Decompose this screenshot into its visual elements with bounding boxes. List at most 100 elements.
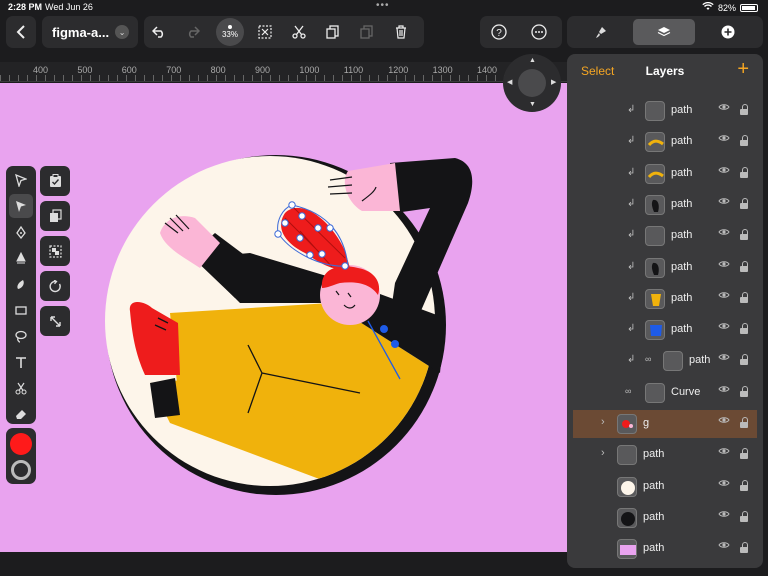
layer-row[interactable]: path <box>573 535 757 563</box>
duplicate-button[interactable] <box>40 201 70 231</box>
more-button[interactable] <box>526 19 552 45</box>
cut-button[interactable] <box>286 19 312 45</box>
nudge-left-icon[interactable]: ◀ <box>507 78 512 86</box>
unlock-icon[interactable] <box>739 385 749 398</box>
layer-row[interactable]: ↲ path <box>573 160 757 188</box>
layer-row[interactable]: path <box>573 473 757 501</box>
eraser-tool[interactable] <box>9 402 33 426</box>
eye-icon[interactable] <box>718 291 730 302</box>
trash-icon <box>396 25 406 39</box>
zoom-control[interactable]: 33% <box>216 18 244 46</box>
tab-add[interactable] <box>697 19 759 45</box>
select-button[interactable]: Select <box>581 64 614 78</box>
unlock-icon[interactable] <box>739 291 749 304</box>
unlock-icon[interactable] <box>739 104 749 116</box>
eye-icon[interactable] <box>718 479 730 490</box>
zoom-value: 33% <box>221 30 238 39</box>
document-title[interactable]: figma-a... <box>42 25 109 40</box>
paste-button[interactable] <box>354 19 380 45</box>
scissors-tool[interactable] <box>9 376 33 400</box>
document-menu[interactable]: figma-a... ⌄ <box>42 16 138 48</box>
brush-tool[interactable] <box>9 272 33 296</box>
eye-icon[interactable] <box>718 166 730 177</box>
layer-thumbnail <box>645 382 665 403</box>
layer-row[interactable]: path <box>573 504 757 532</box>
pencil-tool[interactable] <box>9 246 33 270</box>
direct-select-tool[interactable] <box>9 194 33 218</box>
select-tool[interactable] <box>9 168 33 192</box>
eye-icon[interactable] <box>718 510 730 521</box>
stroke-color-swatch[interactable] <box>11 460 31 480</box>
unlock-icon[interactable] <box>739 354 749 366</box>
unlock-icon[interactable] <box>739 323 749 335</box>
scale-button[interactable] <box>40 306 70 336</box>
eye-icon[interactable] <box>718 353 730 364</box>
artwork[interactable] <box>0 83 568 552</box>
canvas[interactable] <box>0 83 568 552</box>
rectangle-tool[interactable] <box>9 298 33 322</box>
eye-icon[interactable] <box>718 385 730 396</box>
eye-icon[interactable] <box>718 447 730 458</box>
chevron-right-icon[interactable]: › <box>601 416 605 428</box>
lasso-tool[interactable] <box>9 324 33 348</box>
eye-icon[interactable] <box>718 416 730 427</box>
undo-button[interactable] <box>146 19 172 45</box>
layer-row[interactable]: ↲ path <box>573 316 757 344</box>
layer-row[interactable]: ∞ Curve <box>573 379 757 407</box>
unlock-icon[interactable] <box>739 542 749 554</box>
layer-row[interactable]: › g <box>573 410 757 438</box>
delete-button[interactable] <box>388 19 414 45</box>
eye-icon[interactable] <box>718 228 730 239</box>
joystick-knob[interactable] <box>518 69 546 97</box>
nudge-up-icon[interactable]: ▲ <box>529 57 536 64</box>
nudge-right-icon[interactable]: ▶ <box>551 78 556 86</box>
pen-tool[interactable] <box>9 220 33 244</box>
eye-icon[interactable] <box>718 260 730 271</box>
unlock-icon[interactable] <box>739 260 749 273</box>
layer-row[interactable]: ↲ path <box>573 285 757 313</box>
layer-row[interactable]: ↲ path <box>573 222 757 250</box>
scissors-icon <box>292 25 306 39</box>
rotate-button[interactable] <box>40 271 70 301</box>
clip-arrow-icon: ↲ <box>627 323 636 335</box>
unlock-icon[interactable] <box>739 448 749 460</box>
ruler-label: 1300 <box>432 65 453 75</box>
chevron-down-icon[interactable]: ⌄ <box>115 25 130 39</box>
multitask-dots-icon[interactable]: ••• <box>376 0 390 11</box>
select-all-button[interactable] <box>252 19 278 45</box>
redo-button[interactable] <box>180 19 206 45</box>
eye-icon[interactable] <box>718 541 730 552</box>
nudge-down-icon[interactable]: ▼ <box>529 101 536 108</box>
unlock-icon[interactable] <box>739 166 749 179</box>
status-time: 2:28 PM <box>8 2 43 12</box>
layer-row[interactable]: ↲ ∞ path <box>573 347 757 375</box>
unlock-icon[interactable] <box>739 479 749 492</box>
nudge-joystick[interactable]: ▲ ▼ ◀ ▶ <box>503 54 561 112</box>
unlock-icon[interactable] <box>739 417 749 429</box>
eye-icon[interactable] <box>718 103 730 114</box>
ruler-label: 700 <box>166 65 182 75</box>
unlock-icon[interactable] <box>739 510 749 523</box>
eye-icon[interactable] <box>718 197 730 208</box>
paste-in-place-button[interactable] <box>40 166 70 196</box>
unlock-icon[interactable] <box>739 197 749 210</box>
layer-row[interactable]: ↲ path <box>573 128 757 156</box>
layer-row[interactable]: ↲ path <box>573 97 757 125</box>
fill-color-swatch[interactable] <box>10 433 32 455</box>
eye-icon[interactable] <box>718 134 730 145</box>
layer-row[interactable]: ↲ path <box>573 191 757 219</box>
layer-row[interactable]: › path <box>573 441 757 469</box>
help-button[interactable]: ? <box>486 19 512 45</box>
eye-icon[interactable] <box>718 322 730 333</box>
copy-button[interactable] <box>320 19 346 45</box>
tab-style[interactable] <box>570 19 632 45</box>
add-layer-button[interactable]: + <box>737 58 749 81</box>
layer-row[interactable]: ↲ path <box>573 254 757 282</box>
tab-layers[interactable] <box>633 19 695 45</box>
text-tool[interactable] <box>9 350 33 374</box>
unlock-icon[interactable] <box>739 135 749 147</box>
back-button[interactable] <box>8 19 34 45</box>
group-button[interactable] <box>40 236 70 266</box>
chevron-right-icon[interactable]: › <box>601 447 605 459</box>
unlock-icon[interactable] <box>739 229 749 241</box>
